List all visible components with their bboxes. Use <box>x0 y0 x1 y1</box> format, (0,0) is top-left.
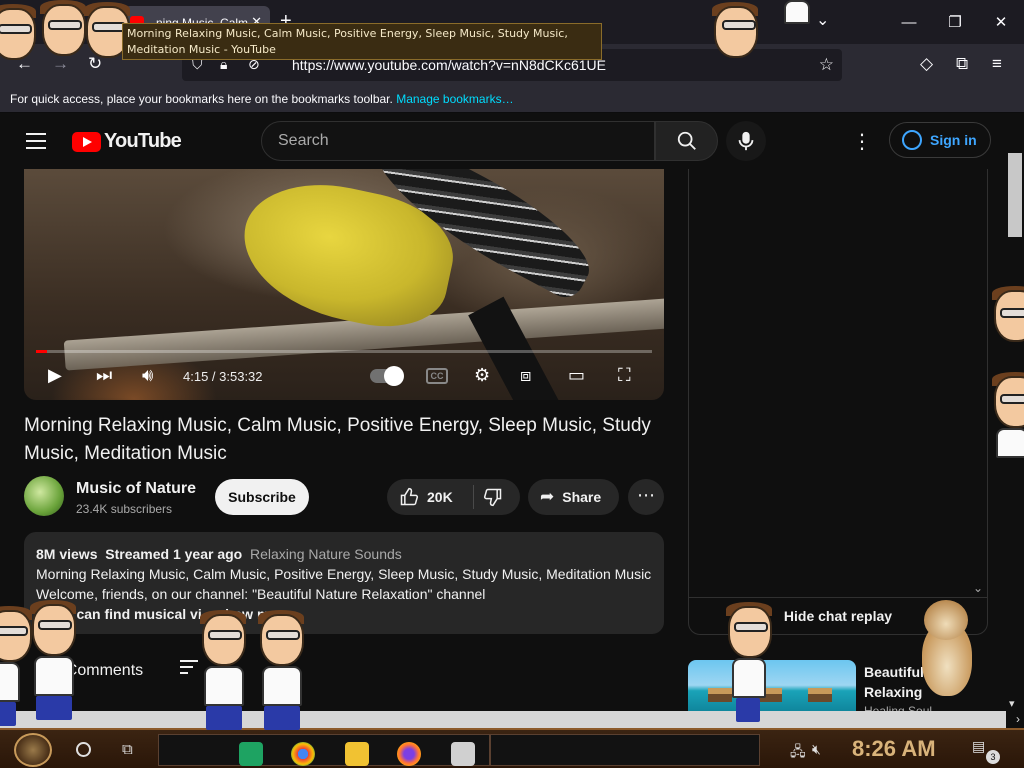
task-view-icon[interactable]: ⧉ <box>122 741 133 758</box>
next-video-icon[interactable]: ⏭ <box>96 365 112 386</box>
share-label: Share <box>562 489 602 505</box>
scroll-right-arrow-icon[interactable]: › <box>1016 712 1020 726</box>
forward-arrow-icon[interactable]: → <box>52 54 69 74</box>
action-center-icon[interactable]: ▤ 3 <box>972 738 1000 764</box>
close-window-icon[interactable]: ✕ <box>978 8 1024 36</box>
minimize-window-icon[interactable]: — <box>886 8 932 36</box>
player-controls: ▶ ⏭ 🔊︎ 4:15 / 3:53:32 CC ⚙ ⧈ ▭ ⛶ <box>24 359 664 395</box>
description-tag[interactable]: Relaxing Nature Sounds <box>250 546 402 562</box>
bookmark-star-icon[interactable]: ☆ <box>819 55 834 75</box>
view-count: 8M views <box>36 546 98 562</box>
captions-icon[interactable]: CC <box>426 368 448 384</box>
guide-menu-icon[interactable] <box>26 133 46 149</box>
sign-in-button[interactable]: Sign in <box>889 122 991 158</box>
share-arrow-icon: ➦ <box>540 487 555 506</box>
dislike-button[interactable] <box>483 487 503 512</box>
account-icon <box>902 130 922 150</box>
play-icon[interactable]: ▶ <box>48 365 62 386</box>
description-line-2: Welcome, friends, on our channel: "Beaut… <box>36 586 486 602</box>
file-explorer-icon[interactable] <box>345 742 369 766</box>
youtube-play-logo-icon <box>72 131 101 152</box>
bookmarks-toolbar: For quick access, place your bookmarks h… <box>0 86 1024 113</box>
manage-bookmarks-link[interactable]: Manage bookmarks… <box>396 92 513 106</box>
miniplayer-icon[interactable]: ⧈ <box>520 365 531 386</box>
thumbnail-hut <box>708 688 732 702</box>
recommended-video-title[interactable]: Beautiful Relaxing <box>864 662 924 702</box>
volume-icon[interactable]: 🔊︎ <box>142 365 153 386</box>
cortana-search-icon[interactable] <box>76 742 91 757</box>
tab-list-chevron-icon[interactable]: ⌄ <box>816 10 829 30</box>
tab-tooltip: Morning Relaxing Music, Calm Music, Posi… <box>122 23 602 60</box>
thumbnail-hut <box>808 688 832 702</box>
settings-kebab-icon[interactable]: ⋮ <box>852 129 872 154</box>
stream-date: Streamed 1 year ago <box>105 546 243 562</box>
sign-in-label: Sign in <box>930 132 977 148</box>
sheets-app-icon[interactable] <box>239 742 263 766</box>
description-box[interactable]: 8M views Streamed 1 year ago Relaxing Na… <box>24 532 664 634</box>
taskbar-empty-panel <box>490 734 760 766</box>
thumbs-up-icon <box>400 487 419 506</box>
autoplay-knob <box>384 366 404 386</box>
autoplay-toggle[interactable] <box>370 366 404 386</box>
network-icon[interactable]: 🖧 <box>790 741 806 765</box>
pocket-icon[interactable]: ◇ <box>920 54 933 74</box>
hamster-character <box>918 600 976 700</box>
chat-replay-panel: ⌄ Hide chat replay <box>688 169 988 635</box>
calculator-app-icon[interactable] <box>451 742 475 766</box>
search-button[interactable] <box>655 121 718 161</box>
notification-badge: 3 <box>986 750 1000 764</box>
volume-muted-icon[interactable]: 🔇︎ <box>812 741 821 758</box>
system-clock[interactable]: 8:26 AM <box>852 736 936 762</box>
subscribe-button[interactable]: Subscribe <box>215 479 309 515</box>
menu-icon[interactable]: ≡ <box>992 54 1002 74</box>
microphone-icon <box>738 131 754 151</box>
share-button[interactable]: ➦ Share <box>528 479 619 515</box>
search-icon <box>677 131 696 150</box>
scroll-down-arrow-icon[interactable]: ▾ <box>1009 697 1015 710</box>
subscriber-count: 23.4K subscribers <box>76 502 173 516</box>
fullscreen-icon[interactable]: ⛶ <box>618 365 631 386</box>
channel-avatar[interactable] <box>24 476 64 516</box>
description-line-1: Morning Relaxing Music, Calm Music, Posi… <box>36 566 652 582</box>
comments-label: Comments <box>65 662 144 679</box>
extensions-icon[interactable]: ⧉ <box>956 54 968 74</box>
video-player[interactable]: ▶ ⏭ 🔊︎ 4:15 / 3:53:32 CC ⚙ ⧈ ▭ ⛶ <box>24 169 664 400</box>
search-input[interactable]: Search <box>261 121 655 161</box>
taskbar-apps-panel <box>158 734 490 766</box>
taskbar: ⧉ 🖧 🔇︎ 8:26 AM ▤ 3 <box>0 728 1024 768</box>
like-divider <box>473 485 474 509</box>
video-progress-bar[interactable] <box>36 350 652 353</box>
restore-window-icon[interactable]: ❐ <box>932 8 978 36</box>
recommended-title-line-1: Beautiful <box>864 664 924 680</box>
scrollbar-thumb[interactable] <box>1008 153 1022 237</box>
video-title: Morning Relaxing Music, Calm Music, Posi… <box>24 415 651 464</box>
page-horizontal-scrollbar[interactable]: › <box>0 711 1020 728</box>
firefox-app-icon[interactable] <box>397 742 421 766</box>
recommended-video-thumbnail[interactable] <box>688 660 856 716</box>
recommended-title-line-2: Relaxing <box>864 684 923 700</box>
sort-comments-icon[interactable] <box>180 660 198 678</box>
theater-mode-icon[interactable]: ▭ <box>568 365 585 386</box>
start-button[interactable] <box>14 733 52 767</box>
like-button[interactable]: 20K <box>399 487 453 507</box>
player-time: 4:15 / 3:53:32 <box>183 369 263 384</box>
bookmarks-hint: For quick access, place your bookmarks h… <box>10 92 393 106</box>
chat-scroll-down-icon[interactable]: ⌄ <box>973 581 983 595</box>
like-count: 20K <box>427 489 453 505</box>
settings-gear-icon[interactable]: ⚙ <box>474 365 490 386</box>
voice-search-button[interactable] <box>726 121 766 161</box>
youtube-logo[interactable]: YouTube <box>72 130 182 153</box>
chrome-app-icon[interactable] <box>291 742 315 766</box>
youtube-wordmark: YouTube <box>104 130 182 152</box>
like-dislike-group: 20K <box>387 479 520 515</box>
channel-name[interactable]: Music of Nature <box>76 480 196 498</box>
video-progress-fill <box>36 350 48 353</box>
more-actions-button[interactable]: ⋯ <box>628 479 664 515</box>
youtube-header: YouTube Search ⋮ Sign in <box>0 113 1006 169</box>
thumbs-down-icon <box>483 488 502 507</box>
